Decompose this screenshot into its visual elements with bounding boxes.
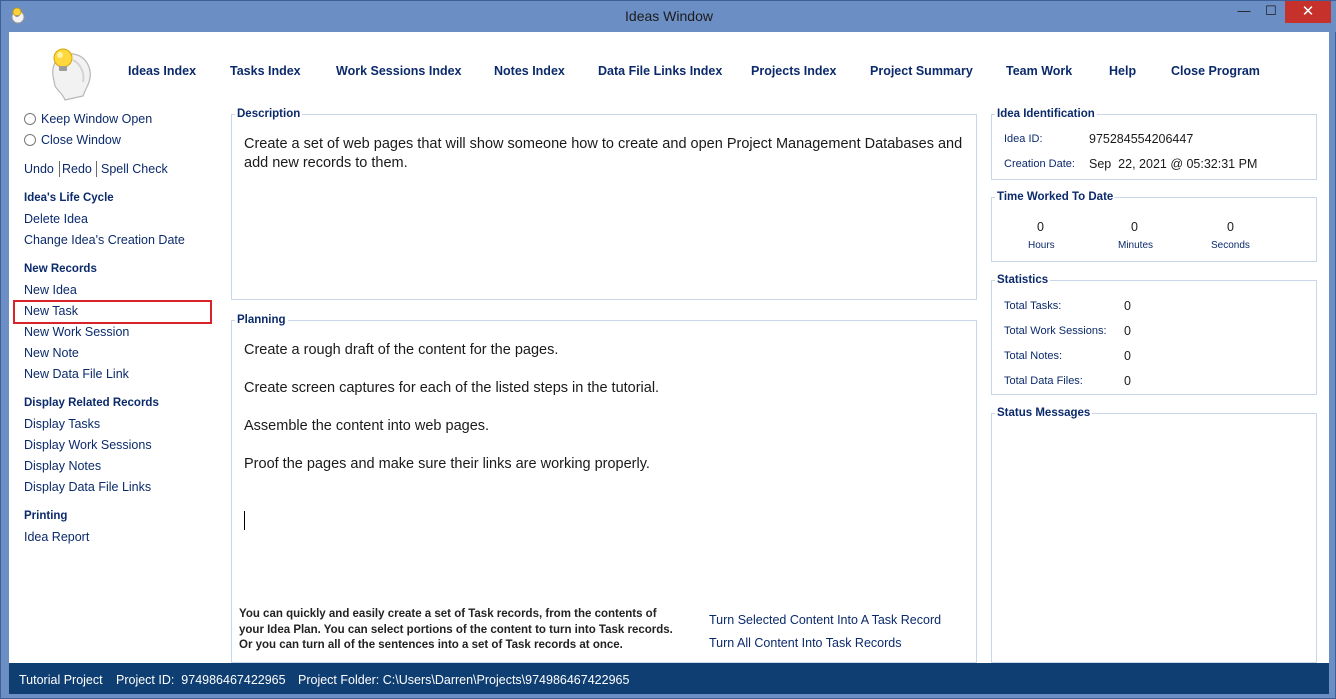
idea-identification-label: Idea Identification — [995, 108, 1097, 120]
help-line: your Idea Plan. You can select portions … — [239, 623, 673, 636]
turn-selected-content-link[interactable]: Turn Selected Content Into A Task Record — [709, 613, 941, 627]
nav-projects-index[interactable]: Projects Index — [751, 64, 836, 78]
planning-line: Create screen captures for each of the l… — [244, 380, 660, 396]
time-worked-label: Time Worked To Date — [995, 191, 1116, 203]
title-bar[interactable]: Ideas Window — ☐ ✕ — [1, 1, 1336, 32]
seconds-label: Seconds — [1211, 240, 1250, 251]
display-work-sessions-link[interactable]: Display Work Sessions — [24, 438, 152, 452]
nav-project-summary[interactable]: Project Summary — [870, 64, 973, 78]
description-textarea[interactable]: Create a set of web pages that will show… — [244, 135, 964, 173]
redo-link[interactable]: Redo — [62, 162, 92, 176]
delete-idea-link[interactable]: Delete Idea — [24, 212, 88, 226]
maximize-button[interactable]: ☐ — [1257, 1, 1285, 23]
status-messages-group — [991, 413, 1317, 663]
spell-check-link[interactable]: Spell Check — [101, 162, 168, 176]
status-project-name: Tutorial Project — [19, 673, 103, 687]
undo-link[interactable]: Undo — [24, 162, 54, 176]
divider — [59, 161, 60, 177]
idea-id-value: 975284554206447 — [1089, 132, 1194, 146]
turn-all-content-link[interactable]: Turn All Content Into Task Records — [709, 636, 901, 650]
nav-work-sessions-index[interactable]: Work Sessions Index — [336, 64, 462, 78]
statistics-label: Statistics — [995, 274, 1051, 286]
new-note-link[interactable]: New Note — [24, 346, 79, 360]
close-window-radio[interactable] — [24, 134, 36, 146]
display-data-file-links-link[interactable]: Display Data File Links — [24, 480, 151, 494]
status-bar: Tutorial Project Project ID: 97498646742… — [9, 663, 1329, 694]
creation-date-value: Sep 22, 2021 @ 05:32:31 PM — [1089, 157, 1258, 171]
text-caret — [244, 511, 245, 530]
nav-tasks-index[interactable]: Tasks Index — [230, 64, 301, 78]
status-project-id: Project ID: 974986467422965 — [116, 673, 286, 687]
change-creation-date-link[interactable]: Change Idea's Creation Date — [24, 233, 185, 247]
planning-line: Assemble the content into web pages. — [244, 418, 490, 434]
lifecycle-header: Idea's Life Cycle — [24, 192, 114, 204]
nav-close-program[interactable]: Close Program — [1171, 64, 1260, 78]
nav-team-work[interactable]: Team Work — [1006, 64, 1072, 78]
new-work-session-link[interactable]: New Work Session — [24, 325, 129, 339]
keep-window-open-radio[interactable] — [24, 113, 36, 125]
total-notes-label: Total Notes: — [1004, 350, 1063, 362]
divider — [96, 161, 97, 177]
planning-help-text: You can quickly and easily create a set … — [239, 607, 673, 654]
total-data-files-value: 0 — [1124, 374, 1131, 388]
client-area: Ideas Index Tasks Index Work Sessions In… — [9, 32, 1329, 663]
description-label: Description — [235, 108, 303, 120]
keep-window-open-label[interactable]: Keep Window Open — [41, 112, 152, 126]
application-window: Ideas Window — ☐ ✕ Ideas Index Tasks Ind… — [0, 0, 1336, 699]
status-messages-label: Status Messages — [995, 407, 1093, 419]
total-data-files-label: Total Data Files: — [1004, 375, 1083, 387]
seconds-value: 0 — [1227, 220, 1234, 234]
printing-header: Printing — [24, 510, 68, 522]
help-line: Or you can turn all of the sentences int… — [239, 639, 623, 651]
total-work-sessions-label: Total Work Sessions: — [1004, 325, 1107, 337]
creation-date-label: Creation Date: — [1004, 158, 1075, 170]
idea-report-link[interactable]: Idea Report — [24, 530, 89, 544]
close-button[interactable]: ✕ — [1285, 1, 1331, 23]
new-idea-link[interactable]: New Idea — [24, 283, 77, 297]
window-title: Ideas Window — [625, 8, 713, 24]
nav-notes-index[interactable]: Notes Index — [494, 64, 565, 78]
help-line: You can quickly and easily create a set … — [239, 608, 657, 620]
status-project-folder: Project Folder: C:\Users\Darren\Projects… — [298, 673, 630, 687]
related-records-header: Display Related Records — [24, 397, 159, 409]
display-tasks-link[interactable]: Display Tasks — [24, 417, 100, 431]
minimize-button[interactable]: — — [1230, 1, 1258, 23]
nav-ideas-index[interactable]: Ideas Index — [128, 64, 196, 78]
new-task-link[interactable]: New Task — [24, 304, 78, 318]
nav-help[interactable]: Help — [1109, 64, 1136, 78]
planning-label: Planning — [235, 314, 288, 326]
new-data-file-link-link[interactable]: New Data File Link — [24, 367, 129, 381]
minutes-label: Minutes — [1118, 240, 1154, 251]
planning-line: Proof the pages and make sure their link… — [244, 456, 650, 472]
total-tasks-value: 0 — [1124, 299, 1131, 313]
idea-id-label: Idea ID: — [1004, 133, 1043, 145]
total-notes-value: 0 — [1124, 349, 1131, 363]
minutes-value: 0 — [1131, 220, 1138, 234]
total-work-sessions-value: 0 — [1124, 324, 1131, 338]
hours-label: Hours — [1028, 240, 1055, 251]
close-window-label[interactable]: Close Window — [41, 133, 121, 147]
display-notes-link[interactable]: Display Notes — [24, 459, 101, 473]
total-tasks-label: Total Tasks: — [1004, 300, 1062, 312]
nav-data-file-links-index[interactable]: Data File Links Index — [598, 64, 722, 78]
planning-line: Create a rough draft of the content for … — [244, 342, 559, 358]
hours-value: 0 — [1037, 220, 1044, 234]
new-records-header: New Records — [24, 263, 97, 275]
lightbulb-head-logo-icon — [52, 48, 91, 101]
